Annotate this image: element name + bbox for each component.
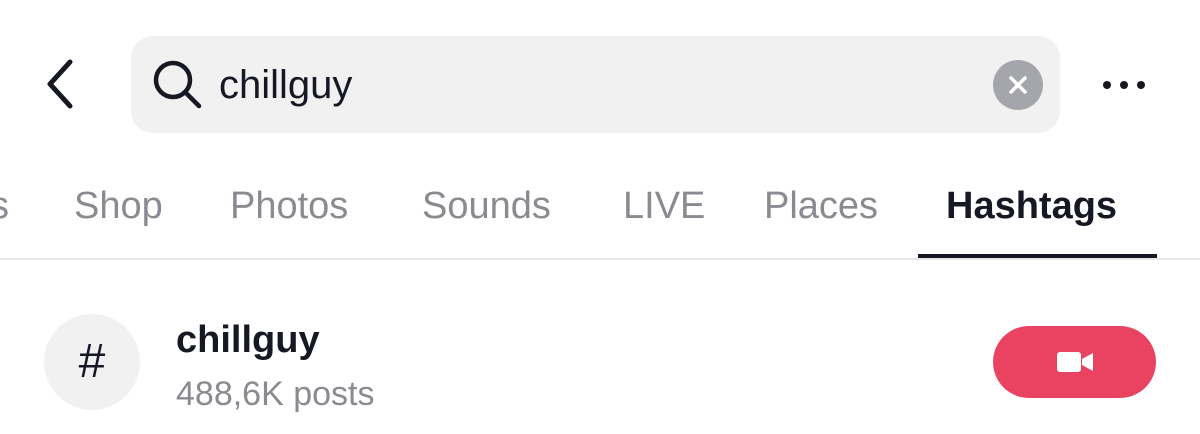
more-options-button[interactable] bbox=[1092, 60, 1156, 110]
tab-hashtags[interactable]: Hashtags bbox=[946, 182, 1117, 230]
search-tabs: s Shop Photos Sounds LIVE Places Hashtag… bbox=[0, 160, 1200, 258]
back-button[interactable] bbox=[30, 52, 90, 116]
tab-live[interactable]: LIVE bbox=[623, 182, 705, 230]
more-horizontal-icon bbox=[1103, 81, 1111, 89]
list-item[interactable]: # chillguy 488,6K posts bbox=[0, 290, 1200, 434]
record-with-hashtag-button[interactable] bbox=[993, 326, 1156, 398]
clear-icon bbox=[1009, 76, 1027, 94]
hashtag-icon: # bbox=[44, 314, 140, 410]
search-bar[interactable] bbox=[131, 36, 1060, 133]
tab-partial[interactable]: s bbox=[0, 182, 9, 230]
search-icon bbox=[153, 60, 202, 109]
divider bbox=[0, 258, 1200, 260]
tab-photos[interactable]: Photos bbox=[230, 182, 348, 230]
tab-places[interactable]: Places bbox=[764, 182, 878, 230]
clear-search-button[interactable] bbox=[993, 60, 1043, 110]
search-input[interactable] bbox=[219, 58, 959, 112]
tab-shop[interactable]: Shop bbox=[74, 182, 163, 230]
hashtag-name: chillguy bbox=[176, 319, 320, 361]
search-results-page: s Shop Photos Sounds LIVE Places Hashtag… bbox=[0, 0, 1200, 434]
chevron-left-icon bbox=[47, 59, 73, 109]
video-camera-icon bbox=[1056, 352, 1093, 372]
tab-sounds[interactable]: Sounds bbox=[422, 182, 551, 230]
hashtag-post-count: 488,6K posts bbox=[176, 375, 375, 413]
